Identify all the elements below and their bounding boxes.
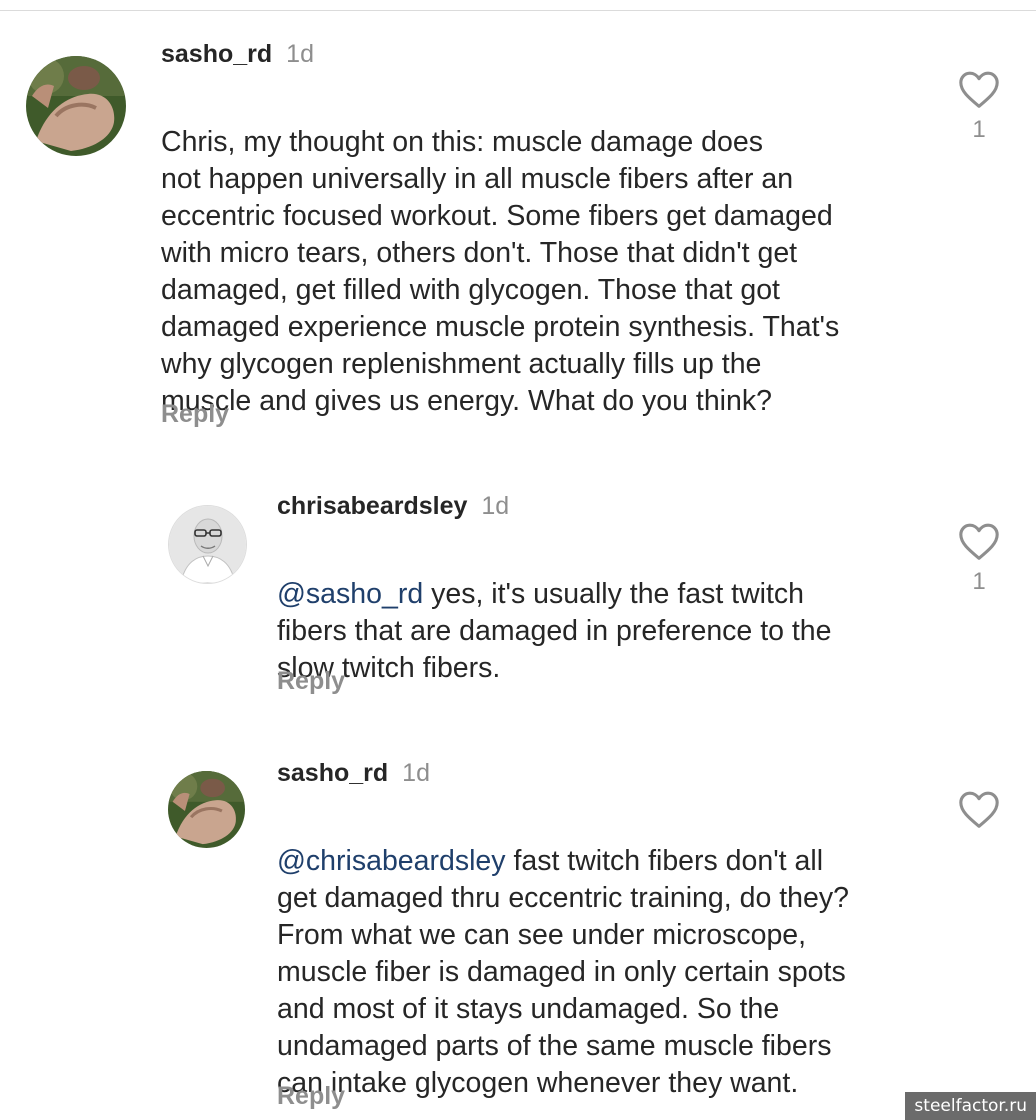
reply-button[interactable]: Reply (277, 1081, 345, 1111)
like-control (954, 789, 1004, 835)
comment-reply-item: sasho_rd 1d @chrisabeardsley fast twitch … (0, 0, 1036, 1120)
user-mention-link[interactable]: @chrisabeardsley (277, 845, 506, 877)
flexing-arm-avatar-image (168, 771, 245, 848)
comment-header: sasho_rd 1d (277, 758, 430, 788)
timestamp: 1d (402, 759, 430, 787)
comment-text: @chrisabeardsley fast twitch fibers don'… (277, 806, 937, 1102)
watermark: steelfactor.ru (905, 1092, 1036, 1120)
comment-body: fast twitch fibers don't all get damaged… (277, 845, 849, 1099)
username[interactable]: sasho_rd (277, 759, 388, 787)
heart-outline-icon[interactable] (954, 789, 1004, 829)
avatar[interactable] (168, 771, 245, 848)
